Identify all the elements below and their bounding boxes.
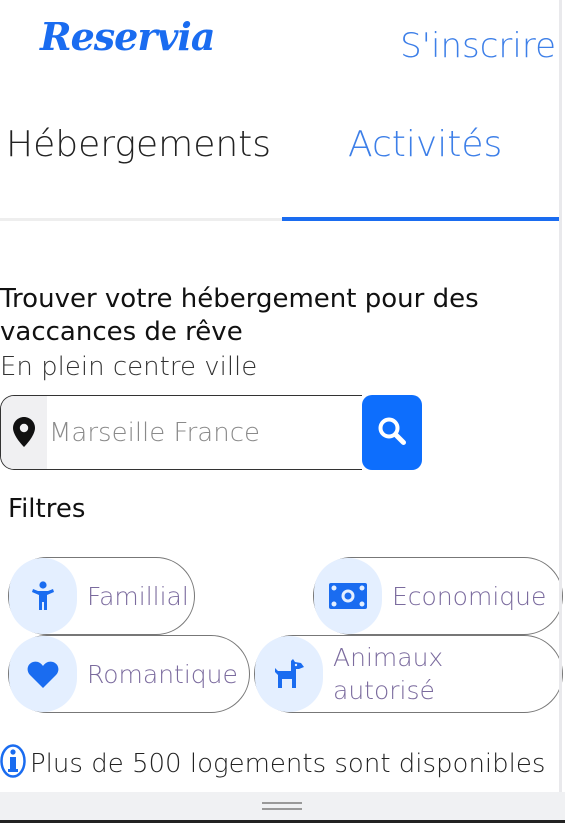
dog-icon [255, 636, 323, 712]
search-button[interactable] [362, 395, 422, 470]
logo[interactable]: Reservia [40, 14, 215, 59]
filter-romantique[interactable]: Romantique [8, 635, 250, 713]
filter-familial-label: Famillial [87, 581, 189, 611]
filter-familial[interactable]: Famillial [8, 557, 195, 635]
filter-economique[interactable]: Economique [313, 557, 563, 635]
heart-icon [9, 636, 77, 712]
scrollbar-track[interactable] [559, 0, 562, 823]
search-field [0, 395, 362, 470]
search-icon [377, 416, 407, 449]
map-pin-icon [13, 416, 35, 451]
info-icon [0, 744, 26, 790]
drag-handle-icon[interactable] [262, 802, 302, 810]
money-bill-icon [314, 558, 382, 634]
filter-animaux[interactable]: Animaux autorisé [254, 635, 563, 713]
search-heading: Trouver votre hébergement pour des vacca… [0, 284, 479, 347]
bottom-sheet-handle-bar[interactable] [0, 792, 565, 823]
tab-activites[interactable]: Activités [348, 124, 502, 165]
search-subheading: En plein centre ville [0, 352, 258, 382]
filters-title: Filtres [8, 494, 86, 524]
tab-hebergements[interactable]: Hébergements [6, 124, 271, 165]
search-input[interactable] [47, 396, 361, 469]
filter-romantique-label: Romantique [87, 659, 238, 689]
filter-animaux-label: Animaux autorisé [333, 643, 444, 705]
location-pin-area [1, 396, 47, 469]
search-form [0, 395, 422, 470]
tab-active-indicator [282, 217, 562, 221]
tab-bar: Hébergements Activités [0, 100, 562, 222]
filter-economique-label: Economique [392, 581, 547, 611]
page: Reservia S'inscrire Hébergements Activit… [0, 0, 563, 823]
child-icon [9, 558, 77, 634]
signup-link[interactable]: S'inscrire [400, 26, 556, 66]
